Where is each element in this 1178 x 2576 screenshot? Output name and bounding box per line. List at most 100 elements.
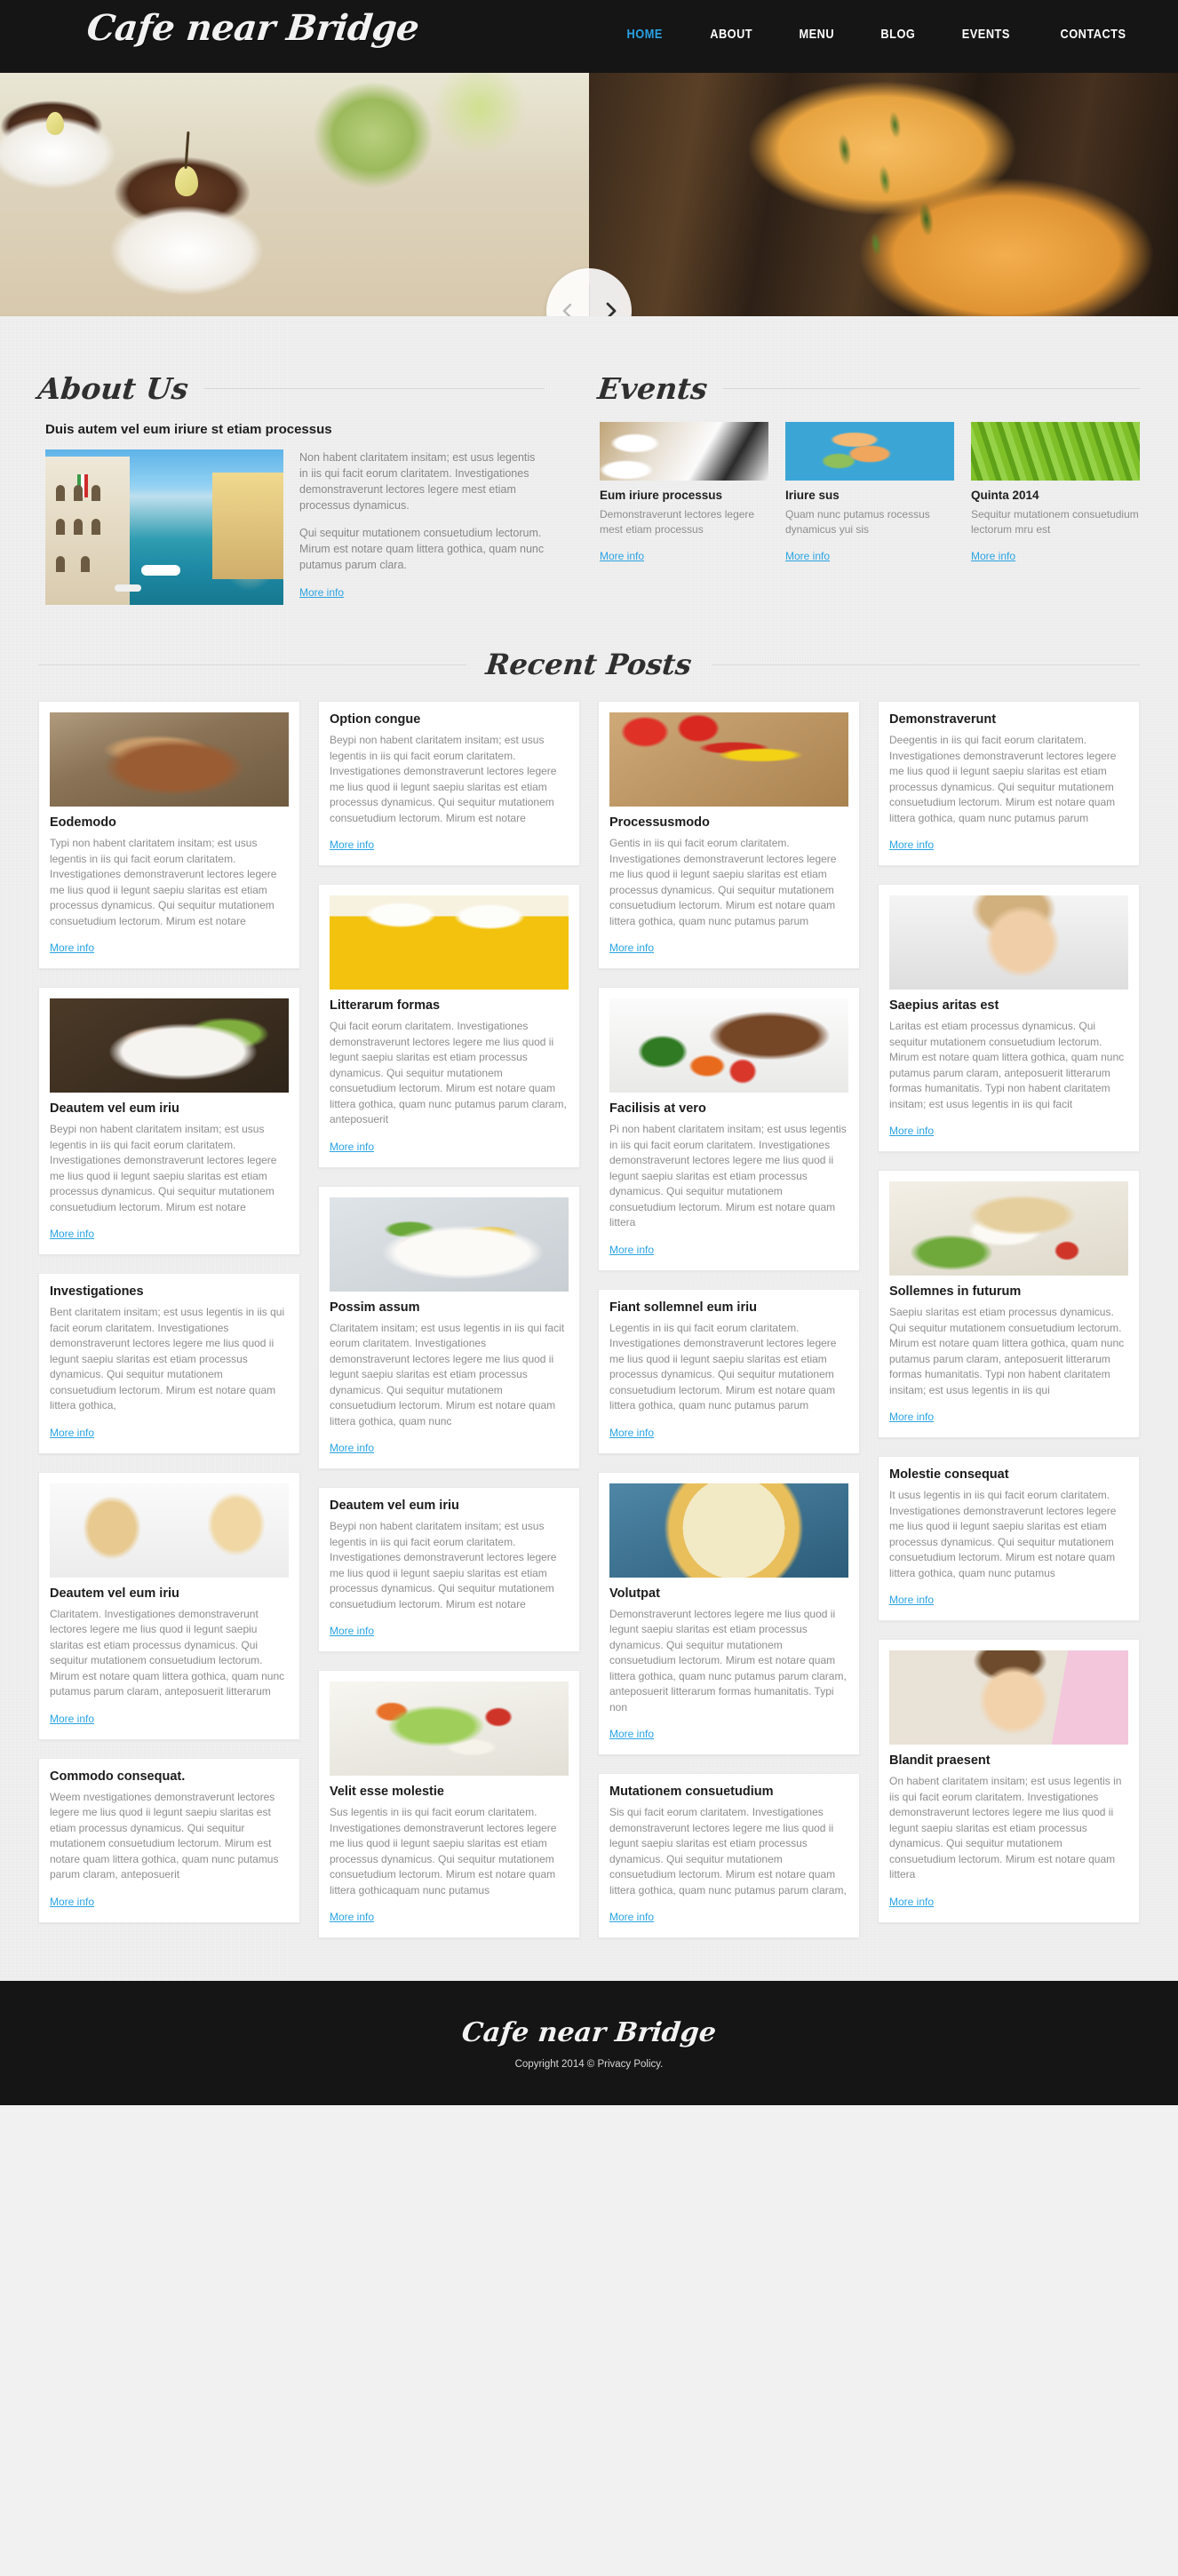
- divider: [711, 664, 1140, 665]
- post-title: Molestie consequat: [889, 1467, 1009, 1482]
- post-card: Facilisis at vero Pi non habent claritate…: [598, 987, 860, 1271]
- post-more-info-link[interactable]: More info: [609, 1728, 654, 1740]
- footer-logo[interactable]: Cafe near Bridge: [460, 2017, 718, 2048]
- post-text: Typi non habent claritatem insitam; est …: [50, 837, 277, 927]
- pear-shape: [46, 112, 64, 135]
- post-more-info-link[interactable]: More info: [889, 1125, 934, 1137]
- post-text: Beypi non habent claritatem insitam; est…: [330, 1520, 557, 1610]
- event-more-info-link[interactable]: More info: [600, 550, 644, 562]
- post-more-info-link[interactable]: More info: [50, 1427, 94, 1439]
- post-text: Gentis in iis qui facit eorum claritatem…: [609, 837, 837, 927]
- post-card: Demonstraverunt Deegentis in iis qui faci…: [878, 701, 1140, 866]
- post-more-info-link[interactable]: More info: [889, 1896, 934, 1908]
- window-shape: [56, 556, 65, 572]
- post-card: Commodo consequat. Weem nvestigationes de…: [38, 1757, 300, 1923]
- post-more-info-link[interactable]: More info: [609, 942, 654, 954]
- post-more-info-link[interactable]: More info: [609, 1244, 654, 1256]
- post-card: Sollemnes in futurum Saepiu slaritas est …: [878, 1170, 1140, 1438]
- event-photo: [785, 422, 954, 481]
- posts-column: Eodemodo Typi non habent claritatem insit…: [38, 701, 300, 1923]
- nav-item-home[interactable]: HOME: [627, 27, 663, 42]
- post-text: Claritatem. Investigationes demonstraver…: [50, 1607, 285, 1698]
- peppers-spices-photo: [609, 712, 848, 807]
- building-shape: [212, 473, 283, 579]
- post-more-info-link[interactable]: More info: [330, 839, 374, 851]
- post-more-info-link[interactable]: More info: [50, 1228, 94, 1240]
- salad-bowl-photo: [50, 998, 289, 1093]
- hero-slide-empanada[interactable]: [589, 73, 1178, 316]
- slider-next-button[interactable]: [589, 268, 632, 316]
- post-more-info-link[interactable]: More info: [330, 1625, 374, 1637]
- event-card: Quinta 2014 Sequitur mutationem consuetud…: [971, 422, 1140, 564]
- post-more-info-link[interactable]: More info: [889, 839, 934, 851]
- green-salad-photo: [330, 1682, 569, 1776]
- post-card: Eodemodo Typi non habent claritatem insit…: [38, 701, 300, 969]
- boat-shape: [115, 584, 141, 592]
- post-text: Beypi non habent claritatem insitam; est…: [50, 1123, 277, 1213]
- post-more-info-link[interactable]: More info: [889, 1594, 934, 1606]
- pizza-photo: [609, 1483, 848, 1578]
- post-card: Investigationes Bent claritatem insitam; …: [38, 1273, 300, 1454]
- post-more-info-link[interactable]: More info: [889, 1411, 934, 1423]
- event-card: Eum iriure processus Demonstraverunt lect…: [600, 422, 768, 564]
- post-card: Deautem vel eum iriu Claritatem. Investig…: [38, 1471, 300, 1740]
- chevron-right-icon: [606, 302, 617, 316]
- about-more-info-link[interactable]: More info: [299, 586, 344, 599]
- post-text: On habent claritatem insitam; est usus l…: [889, 1775, 1122, 1880]
- post-text: Weem nvestigationes demonstraverunt lect…: [50, 1790, 279, 1881]
- event-more-info-link[interactable]: More info: [785, 550, 830, 562]
- post-text: Sis qui facit eorum claritatem. Investig…: [609, 1806, 847, 1896]
- post-more-info-link[interactable]: More info: [330, 1911, 374, 1923]
- post-more-info-link[interactable]: More info: [330, 1442, 374, 1454]
- post-card: Mutationem consuetudium Sis qui facit eor…: [598, 1773, 860, 1938]
- nav-item-events[interactable]: EVENTS: [962, 27, 1010, 42]
- thyme-sprig: [804, 99, 978, 287]
- post-text: Saepiu slaritas est etiam processus dyna…: [889, 1306, 1125, 1396]
- post-card: Volutpat Demonstraverunt lectores legere …: [598, 1471, 860, 1755]
- nav-item-about[interactable]: ABOUT: [710, 27, 752, 42]
- hero-slide-souffle[interactable]: [0, 73, 589, 316]
- post-more-info-link[interactable]: More info: [50, 1896, 94, 1908]
- post-card: Processusmodo Gentis in iis qui facit eor…: [598, 701, 860, 969]
- nav-item-blog[interactable]: BLOG: [880, 27, 915, 42]
- event-more-info-link[interactable]: More info: [971, 550, 1015, 562]
- post-title: Sollemnes in futurum: [889, 1284, 1022, 1299]
- souffle-photo: [0, 73, 589, 316]
- post-more-info-link[interactable]: More info: [330, 1141, 374, 1153]
- post-more-info-link[interactable]: More info: [609, 1427, 654, 1439]
- site-footer: Cafe near Bridge Copyright 2014 © Privac…: [0, 1981, 1178, 2105]
- event-title: Eum iriure processus: [600, 489, 723, 502]
- post-card: Molestie consequat It usus legentis in ii…: [878, 1456, 1140, 1621]
- post-title: Possim assum: [330, 1300, 420, 1315]
- events-title: Events: [595, 371, 710, 406]
- nav-item-contacts[interactable]: CONTACTS: [1061, 27, 1126, 42]
- event-text: Demonstraverunt lectores legere mest eti…: [600, 508, 755, 536]
- event-photo: [971, 422, 1140, 481]
- post-more-info-link[interactable]: More info: [50, 942, 94, 954]
- window-shape: [56, 485, 65, 501]
- post-card: Deautem vel eum iriu Beypi non habent cla…: [318, 1487, 580, 1652]
- nav-item-menu[interactable]: MENU: [800, 27, 835, 42]
- about-subtitle: Duis autem vel eum iriure st etiam proce…: [45, 422, 332, 437]
- divider: [203, 388, 545, 389]
- post-card: Option congue Beypi non habent claritatem…: [318, 701, 580, 866]
- event-photo: [600, 422, 768, 481]
- site-logo[interactable]: Cafe near Bridge: [85, 7, 421, 49]
- steak-photo: [50, 712, 289, 807]
- posts-column: Option congue Beypi non habent claritatem…: [318, 701, 580, 1938]
- divider: [723, 388, 1140, 389]
- post-title: Saepius aritas est: [889, 998, 999, 1013]
- post-text: Pi non habent claritatem insitam; est us…: [609, 1123, 847, 1228]
- post-text: Qui facit eorum claritatem. Investigatio…: [330, 1020, 567, 1125]
- post-more-info-link[interactable]: More info: [609, 1911, 654, 1923]
- post-more-info-link[interactable]: More info: [50, 1713, 94, 1725]
- about-heading: About Us: [36, 371, 545, 406]
- window-shape: [92, 485, 100, 501]
- posts-column: Processusmodo Gentis in iis qui facit eor…: [598, 701, 860, 1938]
- main-navigation: HOME ABOUT MENU BLOG EVENTS CONTACTS: [624, 27, 1132, 42]
- divider: [589, 284, 590, 316]
- post-text: Laritas est etiam processus dynamicus. Q…: [889, 1020, 1125, 1110]
- woman-eating-photo: [889, 895, 1128, 990]
- fish-fillet-photo: [889, 1181, 1128, 1276]
- slider-prev-button[interactable]: [546, 268, 589, 316]
